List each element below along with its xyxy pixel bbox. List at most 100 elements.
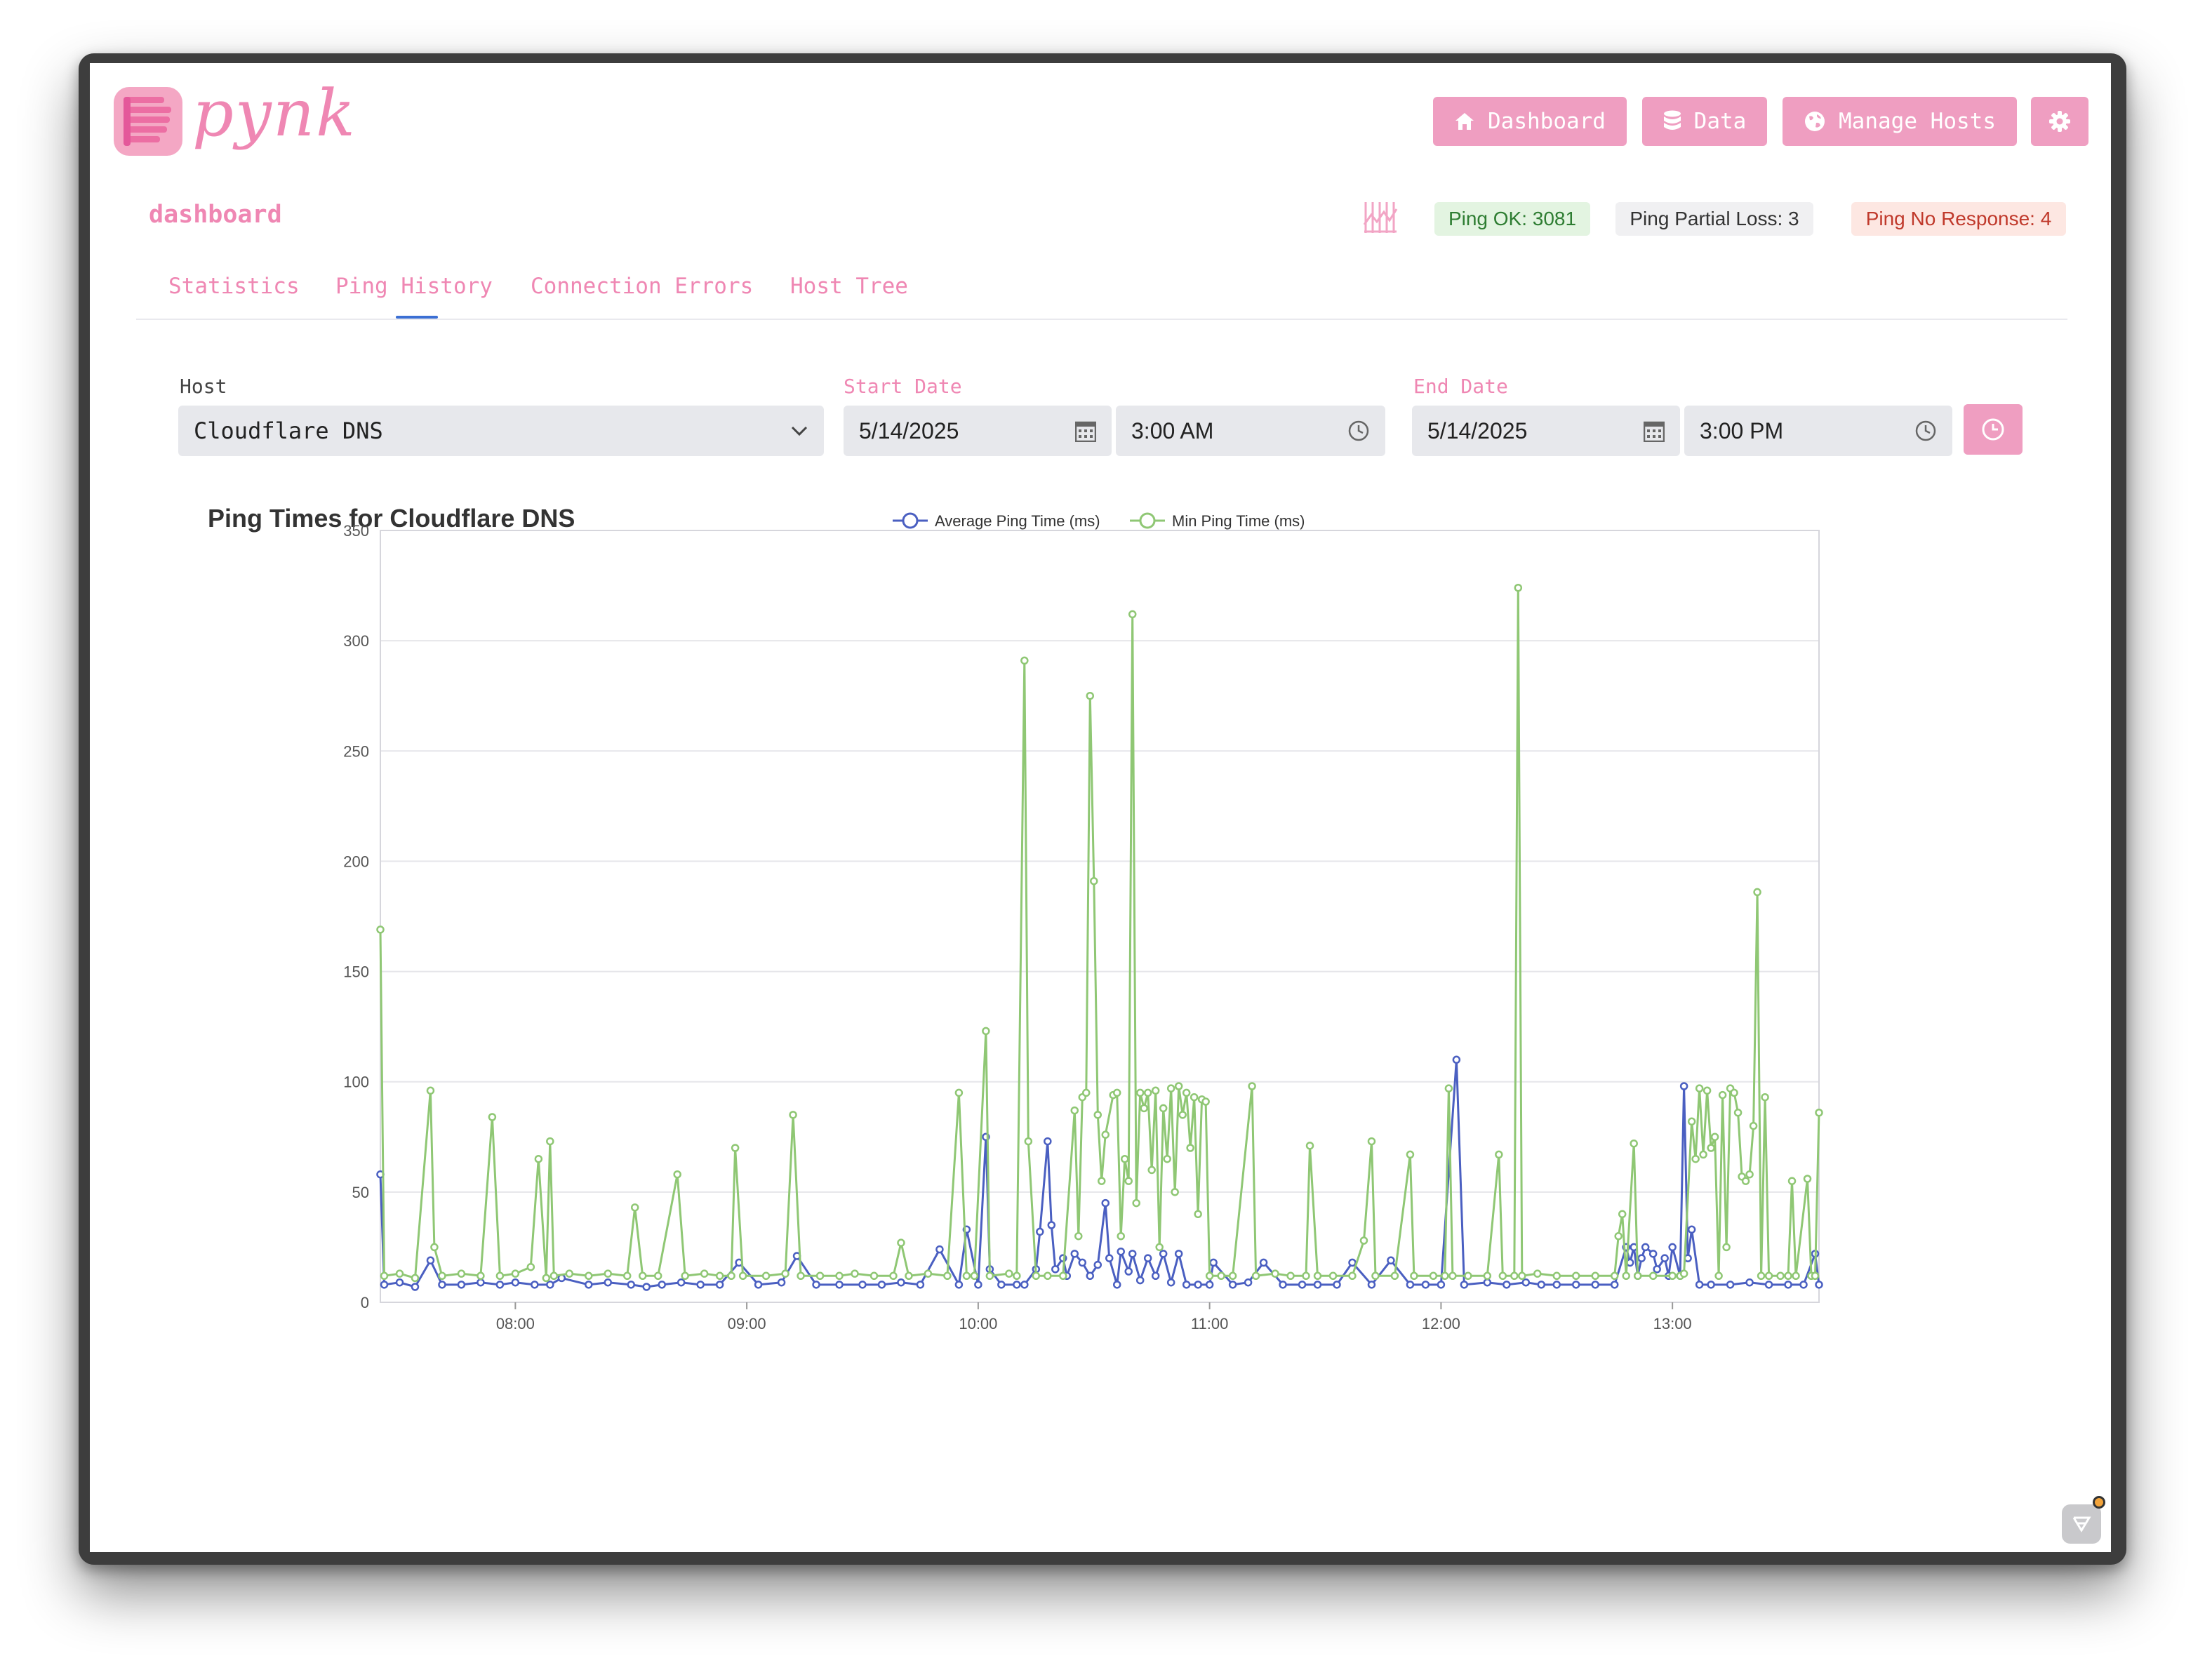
min-data-point	[954, 1088, 964, 1097]
avg-data-point	[1367, 1281, 1376, 1289]
avg-data-point	[974, 1281, 982, 1289]
min-data-point	[1005, 1269, 1013, 1278]
avg-data-point	[897, 1278, 905, 1287]
min-data-point	[924, 1269, 933, 1278]
avg-data-point	[1259, 1258, 1268, 1267]
avg-data-point	[1047, 1221, 1056, 1229]
min-data-point	[1757, 1271, 1766, 1281]
min-data-point	[1745, 1170, 1754, 1179]
min-data-point	[1518, 1271, 1526, 1281]
avg-data-point	[1020, 1281, 1029, 1289]
min-data-point	[1618, 1210, 1627, 1219]
avg-data-point	[1707, 1281, 1715, 1289]
min-data-point	[1155, 1243, 1164, 1252]
min-data-point	[1591, 1271, 1599, 1281]
avg-data-point	[1070, 1250, 1079, 1258]
min-data-point	[1784, 1271, 1792, 1281]
min-data-point	[1552, 1271, 1561, 1281]
min-data-point	[1730, 1088, 1738, 1097]
min-data-point	[1533, 1269, 1542, 1278]
min-data-point	[1514, 583, 1523, 592]
min-data-point	[1406, 1150, 1415, 1159]
min-data-point	[1135, 1088, 1145, 1097]
min-data-point	[1718, 1090, 1727, 1100]
avg-data-point	[1124, 1267, 1133, 1276]
min-data-point	[1182, 1088, 1191, 1097]
avg-data-point	[715, 1281, 724, 1289]
min-data-point	[1090, 876, 1098, 886]
min-data-point	[1753, 888, 1761, 897]
min-data-point	[1444, 1084, 1453, 1093]
min-data-point	[1074, 1231, 1083, 1241]
avg-data-point	[1537, 1281, 1546, 1289]
min-data-point	[1128, 610, 1137, 619]
min-data-point	[1495, 1150, 1503, 1159]
avg-data-point	[1387, 1256, 1395, 1265]
min-data-point	[622, 1271, 632, 1281]
avg-data-point	[585, 1281, 593, 1289]
avg-data-point	[1313, 1281, 1322, 1289]
avg-data-point	[935, 1245, 944, 1254]
min-data-point	[1429, 1271, 1438, 1281]
min-data-point	[673, 1170, 681, 1179]
x-tick-label: 08:00	[496, 1315, 535, 1332]
avg-data-point	[1093, 1260, 1102, 1269]
min-data-point	[526, 1262, 535, 1271]
min-data-point	[897, 1238, 905, 1247]
x-tick-label: 12:00	[1422, 1315, 1460, 1332]
legend-min-label: Min Ping Time (ms)	[1172, 512, 1305, 530]
min-data-point	[495, 1271, 505, 1281]
avg-data-point	[1298, 1281, 1307, 1289]
avg-data-point	[1726, 1281, 1735, 1289]
min-data-point	[797, 1271, 805, 1281]
min-data-point	[534, 1154, 543, 1163]
avg-data-point	[1668, 1243, 1677, 1252]
min-data-point	[943, 1271, 952, 1281]
min-data-point	[542, 1274, 551, 1283]
min-data-point	[1464, 1271, 1472, 1281]
min-data-point	[1093, 1111, 1102, 1119]
avg-data-point	[1648, 1250, 1658, 1258]
min-data-point	[1441, 1271, 1449, 1281]
min-data-point	[905, 1271, 913, 1281]
min-data-point	[1707, 1144, 1715, 1152]
avg-data-point	[1143, 1254, 1152, 1262]
min-data-point	[1733, 1108, 1743, 1117]
min-data-point	[1714, 1271, 1723, 1281]
min-data-point	[1630, 1139, 1638, 1148]
min-data-point	[1776, 1271, 1785, 1281]
debug-toolbar-button[interactable]	[2062, 1504, 2101, 1544]
avg-data-point	[1244, 1278, 1253, 1287]
min-data-point	[985, 1271, 994, 1281]
min-data-point	[1201, 1097, 1210, 1106]
min-data-point	[1059, 1271, 1067, 1281]
app-window: pynk Dashboard Data Manage Hosts dashboa…	[79, 53, 2126, 1565]
min-data-point	[1764, 1271, 1773, 1281]
avg-data-point	[1051, 1265, 1060, 1274]
avg-data-point	[1679, 1082, 1688, 1090]
avg-data-point	[1637, 1254, 1646, 1262]
avg-data-point	[604, 1278, 613, 1287]
min-data-point	[970, 1271, 979, 1281]
min-data-point	[815, 1271, 825, 1281]
avg-data-point	[1552, 1281, 1561, 1289]
min-data-point	[1390, 1271, 1399, 1281]
min-data-point	[1132, 1198, 1140, 1208]
app-screen: pynk Dashboard Data Manage Hosts dashboa…	[90, 63, 2111, 1552]
min-data-point	[1787, 1177, 1797, 1185]
min-data-point	[1761, 1093, 1769, 1102]
avg-data-point	[1135, 1276, 1145, 1285]
avg-data-point	[1784, 1281, 1792, 1289]
min-data-point	[653, 1271, 662, 1281]
y-tick-label: 50	[352, 1184, 369, 1201]
min-data-point	[1305, 1142, 1314, 1150]
min-data-point	[1633, 1271, 1642, 1281]
ping-chart: 0 50 100 150 200 250 300 350 08:00 09:00 10:00 11:0…	[343, 512, 1823, 1332]
avg-data-point	[411, 1283, 420, 1291]
min-data-point	[395, 1269, 404, 1278]
min-data-point	[1020, 656, 1029, 665]
min-data-point	[1668, 1271, 1677, 1281]
legend-avg-marker	[902, 512, 919, 529]
avg-data-point	[1641, 1243, 1650, 1252]
min-data-point	[1217, 1271, 1225, 1281]
